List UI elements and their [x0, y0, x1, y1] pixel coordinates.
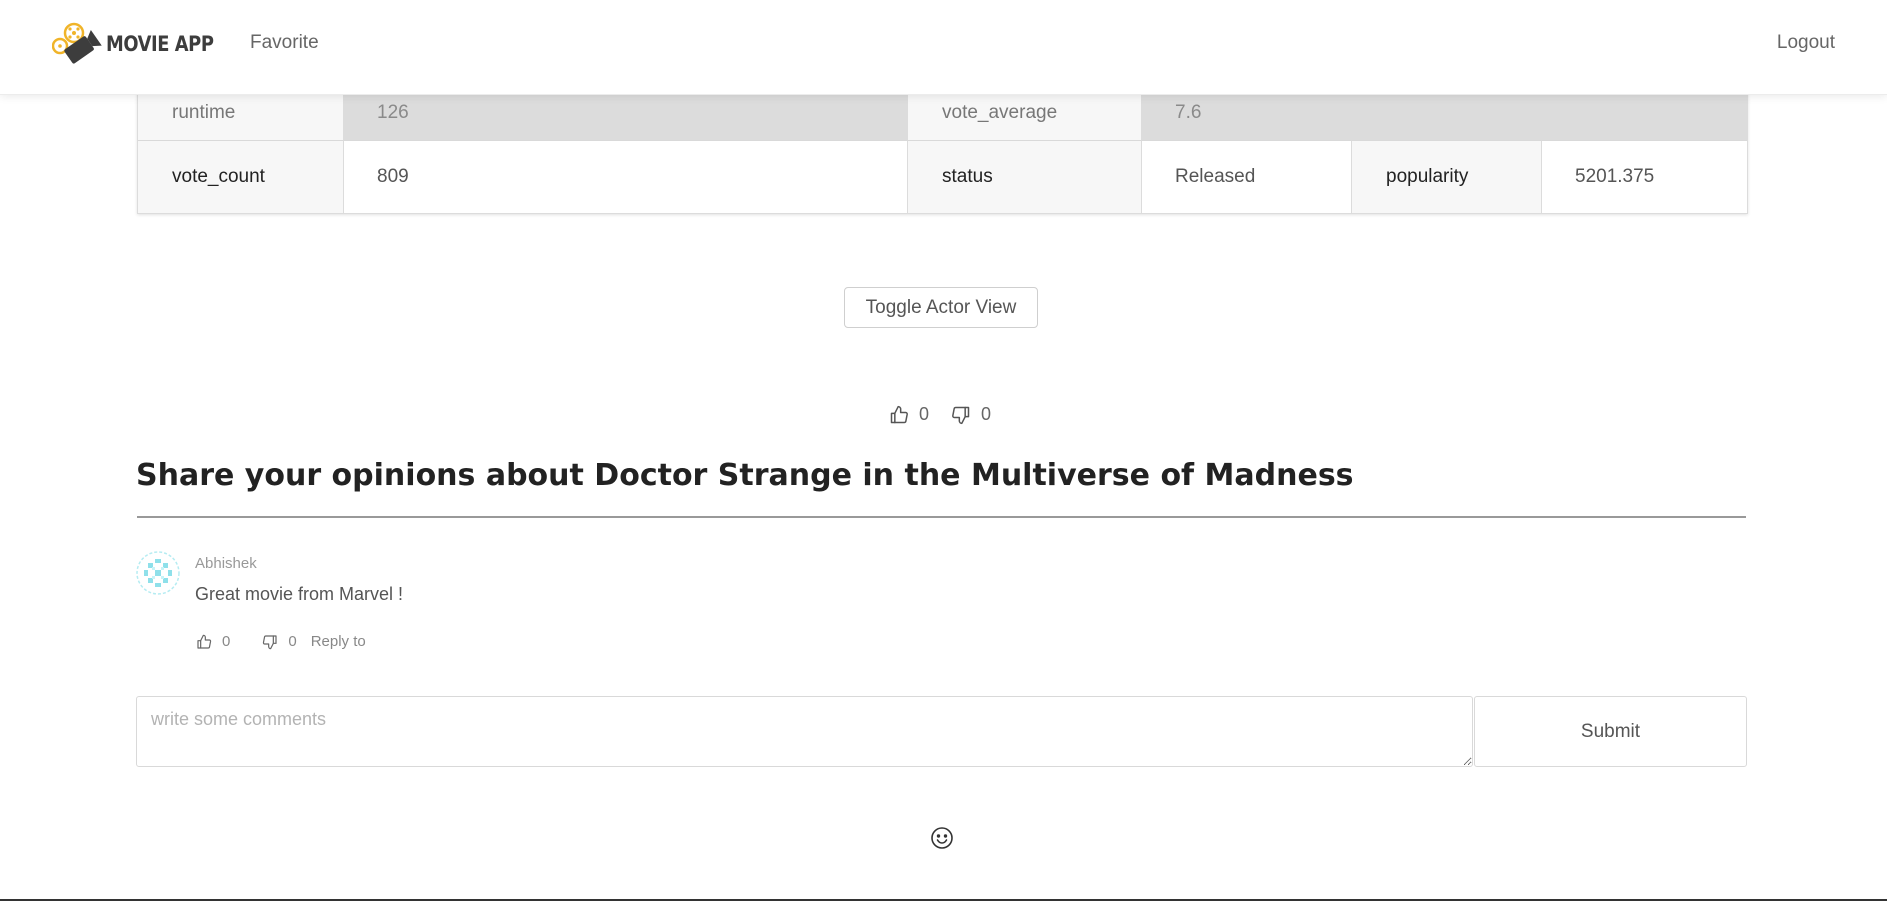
- info-value-status: Released: [1142, 140, 1352, 213]
- movie-vote-row: 0 0: [889, 404, 991, 425]
- movie-dislike-button[interactable]: 0: [951, 404, 991, 425]
- thumbs-down-icon: [263, 634, 277, 649]
- info-label-popularity: popularity: [1352, 140, 1542, 213]
- comment-actions: 0 0 Reply to: [196, 633, 366, 650]
- comment-dislike-button[interactable]: 0: [262, 633, 297, 650]
- info-value-vote-count: 809: [344, 140, 908, 213]
- info-label-vote-count: vote_count: [138, 140, 344, 213]
- info-value-popularity: 5201.375: [1542, 140, 1747, 213]
- info-label-status: status: [908, 140, 1142, 213]
- nav-logout-link[interactable]: Logout: [1777, 32, 1835, 54]
- comment-text: Great movie from Marvel !: [195, 584, 404, 604]
- reply-to-link[interactable]: Reply to: [311, 633, 366, 650]
- app-logo[interactable]: MOVIE APP: [52, 22, 232, 66]
- thumbs-up-icon: [197, 634, 212, 649]
- film-camera-logo-icon: [52, 22, 102, 64]
- logo-text: MOVIE APP: [106, 32, 214, 56]
- toggle-actor-view-button[interactable]: Toggle Actor View: [844, 287, 1038, 328]
- comment-like-count: 0: [222, 633, 231, 650]
- thumbs-down-icon: [952, 406, 970, 424]
- smile-icon: [931, 827, 953, 849]
- section-divider: [137, 516, 1746, 518]
- movie-like-button[interactable]: 0: [889, 404, 929, 425]
- top-navbar: MOVIE APP Favorite Logout: [0, 0, 1887, 95]
- comment-dislike-count: 0: [288, 633, 297, 650]
- comment-author[interactable]: Abhishek: [195, 555, 257, 572]
- movie-like-count: 0: [919, 404, 930, 424]
- user-avatar-icon: [136, 551, 180, 595]
- comment-like-button[interactable]: 0: [196, 633, 230, 650]
- movie-info-table: runtime 126 vote_average 7.6 vote_count …: [137, 84, 1748, 214]
- emoji-button[interactable]: [930, 826, 954, 850]
- nav-favorite-link[interactable]: Favorite: [250, 32, 319, 54]
- movie-dislike-count: 0: [981, 404, 992, 424]
- comments-section-title: Share your opinions about Doctor Strange…: [136, 458, 1354, 493]
- avatar: [136, 551, 180, 595]
- comment-input[interactable]: [136, 696, 1473, 767]
- submit-comment-button[interactable]: Submit: [1474, 696, 1747, 767]
- thumbs-up-icon: [890, 405, 908, 423]
